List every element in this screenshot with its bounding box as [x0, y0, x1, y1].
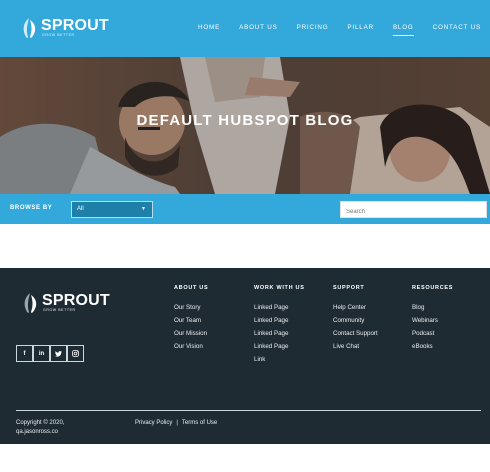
- footer-link-ebooks[interactable]: eBooks: [412, 343, 453, 351]
- nav-blog[interactable]: BLOG: [392, 23, 414, 36]
- hero-title: DEFAULT HUBSPOT BLOG: [136, 112, 354, 129]
- nav-pricing[interactable]: PRICING: [297, 23, 329, 33]
- leaf-icon: [24, 293, 37, 313]
- linkedin-icon[interactable]: in: [33, 345, 50, 362]
- terms-of-use-link[interactable]: Terms of Use: [182, 419, 217, 428]
- footer-col-resources: RESOURCES Blog Webinars Podcast eBooks: [412, 284, 453, 356]
- hero-banner: DEFAULT HUBSPOT BLOG: [0, 57, 490, 194]
- copyright-domain: qa.jasonross.co: [16, 429, 59, 435]
- footer-link-live-chat[interactable]: Live Chat: [333, 343, 378, 351]
- social-links: f in: [16, 345, 84, 362]
- footer-link-help-center[interactable]: Help Center: [333, 304, 378, 312]
- footer-col-work-with-us: WORK WITH US Linked Page Linked Page Lin…: [254, 284, 305, 369]
- footer-link-link[interactable]: Link: [254, 356, 305, 364]
- twitter-icon[interactable]: [50, 345, 67, 362]
- footer-logo[interactable]: SPROUT GROW BETTER: [21, 292, 110, 314]
- browse-by-label: BROWSE BY: [10, 205, 53, 211]
- footer-brand-name: SPROUT: [42, 292, 110, 309]
- footer-link-contact-support[interactable]: Contact Support: [333, 330, 378, 338]
- main-nav: HOME ABOUT US PRICING PILLAR BLOG CONTAC…: [179, 23, 481, 36]
- footer-link-linked-page[interactable]: Linked Page: [254, 343, 305, 351]
- footer-link-blog[interactable]: Blog: [412, 304, 453, 312]
- search-input[interactable]: [340, 201, 487, 218]
- footer-link-linked-page[interactable]: Linked Page: [254, 317, 305, 325]
- brand-tagline: GROW BETTER: [42, 33, 75, 37]
- nav-about-us[interactable]: ABOUT US: [239, 23, 277, 33]
- brand-logo[interactable]: SPROUT GROW BETTER: [20, 16, 109, 40]
- browse-select-value: All: [77, 206, 84, 212]
- leaf-icon: [23, 18, 36, 38]
- footer-col-about-us: ABOUT US Our Story Our Team Our Mission …: [174, 284, 208, 356]
- instagram-icon[interactable]: [67, 345, 84, 362]
- site-footer: SPROUT GROW BETTER f in ABOUT US Our Sto…: [0, 268, 490, 444]
- footer-col-title: WORK WITH US: [254, 285, 305, 291]
- legal-links: Privacy Policy | Terms of Use: [135, 419, 217, 428]
- footer-divider: [16, 410, 481, 411]
- footer-col-title: ABOUT US: [174, 285, 209, 291]
- footer-link-webinars[interactable]: Webinars: [412, 317, 453, 325]
- footer-col-support: SUPPORT Help Center Community Contact Su…: [333, 284, 378, 356]
- footer-link-linked-page[interactable]: Linked Page: [254, 330, 305, 338]
- footer-brand-tagline: GROW BETTER: [43, 308, 76, 312]
- privacy-policy-link[interactable]: Privacy Policy: [135, 419, 172, 428]
- legal-separator: |: [176, 420, 178, 426]
- footer-link-community[interactable]: Community: [333, 317, 378, 325]
- copyright-line: Copyright © 2020,: [16, 420, 65, 426]
- copyright-text: Copyright © 2020, qa.jasonross.co: [16, 419, 96, 437]
- footer-link-our-story[interactable]: Our Story: [174, 304, 208, 312]
- facebook-icon[interactable]: f: [16, 345, 33, 362]
- footer-link-our-team[interactable]: Our Team: [174, 317, 208, 325]
- footer-link-podcast[interactable]: Podcast: [412, 330, 453, 338]
- brand-name: SPROUT: [41, 17, 109, 34]
- footer-col-title: SUPPORT: [333, 285, 365, 291]
- footer-link-our-vision[interactable]: Our Vision: [174, 343, 208, 351]
- nav-contact-us[interactable]: CONTACT US: [433, 23, 481, 33]
- footer-col-title: RESOURCES: [412, 285, 454, 291]
- footer-link-our-mission[interactable]: Our Mission: [174, 330, 208, 338]
- caret-down-icon: ▼: [141, 206, 146, 212]
- browse-select[interactable]: All ▼: [71, 201, 153, 218]
- nav-pillar[interactable]: PILLAR: [347, 23, 374, 33]
- nav-home[interactable]: HOME: [198, 23, 220, 33]
- footer-link-linked-page[interactable]: Linked Page: [254, 304, 305, 312]
- site-header: SPROUT GROW BETTER HOME ABOUT US PRICING…: [0, 0, 490, 57]
